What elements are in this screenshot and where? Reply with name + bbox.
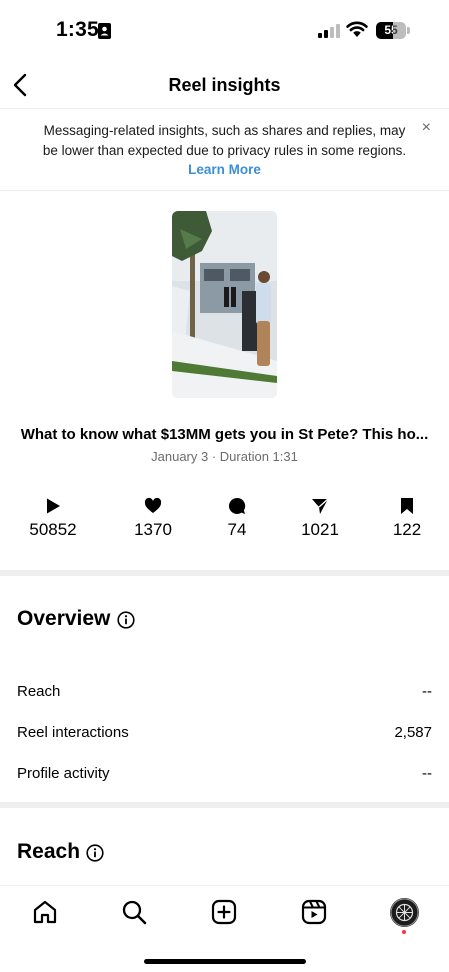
notification-dot [402, 930, 406, 934]
metric-label: Profile activity [17, 765, 110, 782]
avatar-image [390, 898, 419, 927]
learn-more-link[interactable]: Learn More [0, 162, 449, 177]
create-icon[interactable] [211, 899, 237, 925]
signal-icon [318, 24, 340, 38]
heart-icon [144, 497, 162, 513]
play-icon [47, 498, 60, 514]
status-bar: 1:35 55 [0, 0, 449, 62]
home-indicator [144, 959, 306, 964]
section-divider [0, 570, 449, 576]
reels-icon[interactable] [301, 899, 327, 925]
overview-heading: Overview [17, 607, 111, 630]
shares-count: 1021 [301, 520, 339, 539]
share-icon [312, 498, 329, 514]
reel-meta: January 3 · Duration 1:31 [151, 449, 298, 464]
reel-title: What to know what $13MM gets you in St P… [20, 426, 429, 443]
comments-count: 74 [227, 520, 247, 539]
info-icon[interactable] [117, 611, 135, 629]
metric-label: Reach [17, 683, 61, 700]
section-divider [0, 802, 449, 808]
stats-row: 50852 1370 74 1021 122 [0, 493, 449, 553]
metric-value: 2,587 [394, 724, 432, 741]
metric-row-reel-interactions[interactable]: Reel interactions 2,587 [17, 724, 432, 744]
reel-thumbnail-image [172, 211, 277, 398]
stat-shares: 1021 [280, 493, 360, 540]
home-icon[interactable] [32, 899, 58, 925]
stat-comments: 74 [197, 493, 277, 540]
notice-message: Messaging-related insights, such as shar… [42, 123, 407, 158]
bookmark-icon [401, 498, 413, 514]
likes-count: 1370 [134, 520, 172, 539]
battery-icon: 55 [376, 22, 410, 39]
reach-heading: Reach [17, 840, 81, 863]
stat-likes: 1370 [113, 493, 193, 540]
plays-count: 50852 [29, 520, 77, 539]
metric-value: -- [422, 683, 432, 700]
reel-thumbnail[interactable] [172, 211, 277, 398]
metric-row-profile-activity[interactable]: Profile activity -- [17, 765, 432, 785]
status-time: 1:35 [56, 18, 99, 41]
page-title: Reel insights [168, 75, 281, 95]
info-icon[interactable] [86, 844, 104, 862]
privacy-notice: Messaging-related insights, such as shar… [0, 108, 449, 191]
metric-value: -- [422, 765, 432, 782]
saves-count: 122 [392, 520, 422, 539]
stat-saves: 122 [367, 493, 447, 540]
search-icon[interactable] [121, 899, 147, 925]
nav-header: Reel insights [0, 62, 449, 108]
contact-card-icon [98, 23, 111, 39]
close-icon[interactable]: × [422, 119, 431, 137]
stat-plays: 50852 [13, 493, 93, 540]
comment-icon [228, 497, 246, 514]
metric-row-reach[interactable]: Reach -- [17, 683, 432, 703]
profile-avatar[interactable] [390, 898, 419, 927]
wifi-icon [346, 21, 368, 37]
metric-label: Reel interactions [17, 724, 129, 741]
battery-level: 55 [384, 23, 398, 37]
